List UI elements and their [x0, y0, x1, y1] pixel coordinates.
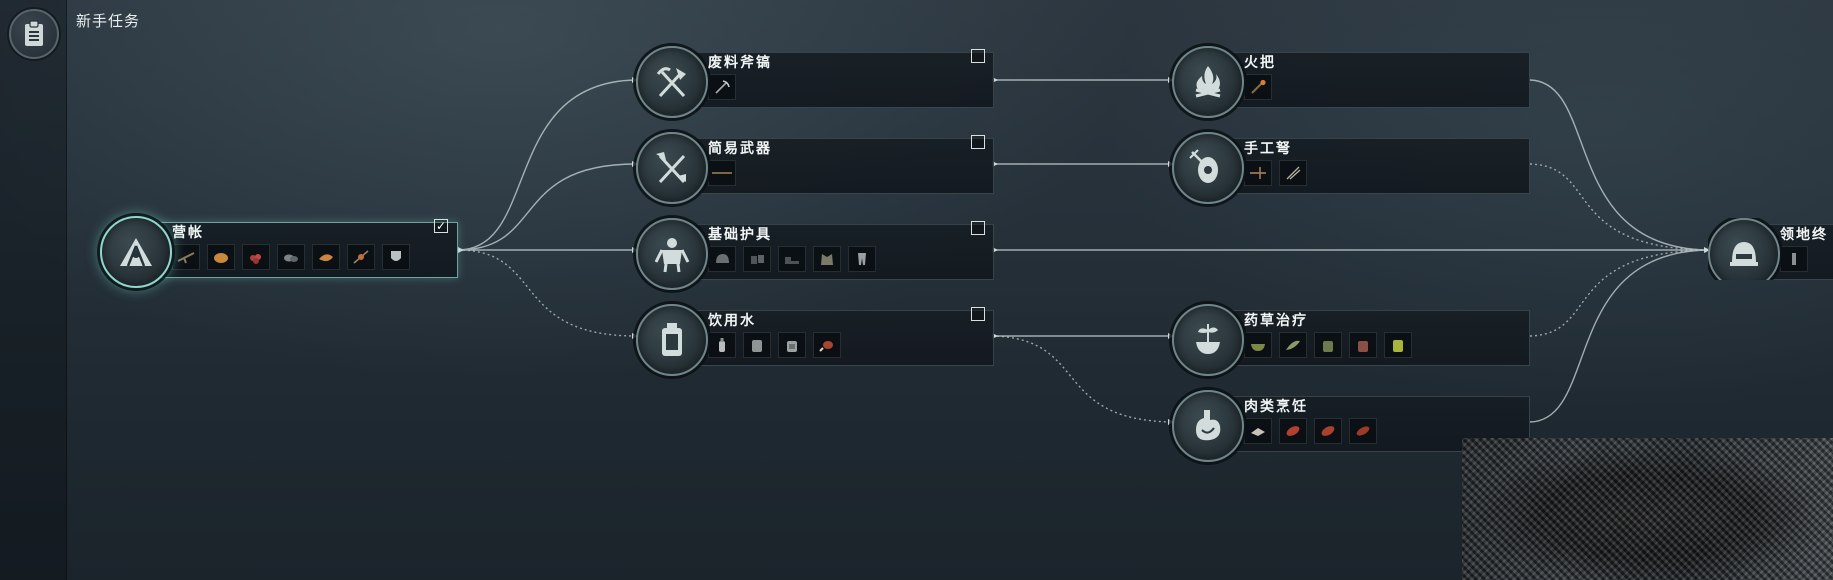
- quest-title: 饮用水: [708, 313, 756, 329]
- quest-node-handmade-crossbow[interactable]: 手工弩: [1172, 132, 1532, 204]
- canteen-item-icon[interactable]: [743, 332, 771, 358]
- quest-title: 领地终: [1780, 227, 1828, 243]
- fillet-item-icon[interactable]: [1314, 418, 1342, 444]
- quest-node-drinking-water[interactable]: 饮用水: [636, 304, 996, 376]
- mortar-item-icon[interactable]: [1244, 332, 1272, 358]
- quest-reward-items: [1244, 160, 1307, 186]
- berries-item-icon[interactable]: [242, 244, 270, 270]
- quest-title: 简易武器: [708, 141, 772, 157]
- pouch-item-icon[interactable]: [1349, 332, 1377, 358]
- link-herbal-to-territory: [1529, 249, 1709, 337]
- shield-item-icon[interactable]: [382, 244, 410, 270]
- vest-item-icon[interactable]: [813, 246, 841, 272]
- gloves-item-icon[interactable]: [743, 246, 771, 272]
- camp-tent-icon: [100, 216, 172, 288]
- link-meat-to-territory: [1529, 249, 1709, 423]
- quest-complete-checkbox[interactable]: [971, 221, 985, 235]
- meat-leg-item-icon[interactable]: [813, 332, 841, 358]
- herb-item-icon[interactable]: [1279, 332, 1307, 358]
- steak-item-icon[interactable]: [1279, 418, 1307, 444]
- jerky-item-icon[interactable]: [1349, 418, 1377, 444]
- quest-node-simple-weapon[interactable]: 简易武器: [636, 132, 996, 204]
- quest-reward-items: [1244, 418, 1377, 444]
- static-noise-overlay: [1462, 438, 1833, 580]
- quest-reward-items: [708, 160, 736, 186]
- meat-item-icon[interactable]: [312, 244, 340, 270]
- quest-node-territory[interactable]: 领地终: [1708, 218, 1833, 280]
- quest-title: 火把: [1244, 55, 1276, 71]
- quest-reward-items: [1780, 246, 1808, 272]
- bolts-item-icon[interactable]: [1279, 160, 1307, 186]
- pickaxe-item-icon[interactable]: [708, 74, 736, 100]
- quest-reward-items: [1244, 332, 1412, 358]
- raw-meat-item-icon[interactable]: [1244, 418, 1272, 444]
- herb-mortar-icon: [1172, 304, 1244, 376]
- quest-title: 药草治疗: [1244, 313, 1308, 329]
- torch-item-icon[interactable]: [1244, 74, 1272, 100]
- link-torch-to-territory: [1529, 79, 1709, 251]
- quest-node-basic-armor[interactable]: 基础护具: [636, 218, 996, 290]
- campfire-icon: [1172, 46, 1244, 118]
- armored-figure-icon: [636, 218, 708, 290]
- boots-item-icon[interactable]: [778, 246, 806, 272]
- quest-complete-checkbox[interactable]: [971, 135, 985, 149]
- crossbow-target-icon: [1172, 132, 1244, 204]
- tonic-item-icon[interactable]: [1384, 332, 1412, 358]
- stone-item-icon[interactable]: [277, 244, 305, 270]
- quest-complete-checkbox[interactable]: [971, 49, 985, 63]
- quest-reward-items: [708, 74, 736, 100]
- quest-reward-items: [172, 244, 410, 270]
- jar-item-icon[interactable]: [1314, 332, 1342, 358]
- link-camp-to-drinking-water: [457, 249, 637, 337]
- quest-node-herbal-treatment[interactable]: 药草治疗: [1172, 304, 1532, 376]
- helmet-item-icon[interactable]: [708, 246, 736, 272]
- jug-item-icon[interactable]: [778, 332, 806, 358]
- quest-node-scrap-axe[interactable]: 废料斧镐: [636, 46, 996, 118]
- totem-item-icon[interactable]: [1780, 246, 1808, 272]
- quest-reward-items: [708, 332, 841, 358]
- bottle-item-icon[interactable]: [708, 332, 736, 358]
- quest-reward-items: [708, 246, 876, 272]
- skewer-item-icon[interactable]: [347, 244, 375, 270]
- quest-complete-checkbox[interactable]: ✓: [434, 219, 448, 233]
- bread-item-icon[interactable]: [207, 244, 235, 270]
- crossed-weapons-icon: [636, 132, 708, 204]
- stomach-icon: [1172, 390, 1244, 462]
- quest-reward-items: [1244, 74, 1272, 100]
- leggings-item-icon[interactable]: [848, 246, 876, 272]
- link-crossbow-to-territory: [1529, 163, 1709, 251]
- quest-node-camp[interactable]: 营帐 ✓: [100, 216, 460, 288]
- crossbow-item-icon[interactable]: [1244, 160, 1272, 186]
- axe-pickaxe-icon: [636, 46, 708, 118]
- quest-title: 废料斧镐: [708, 55, 772, 71]
- quest-tree-screen: { "app": { "title": "新手任务", "quest_log_i…: [0, 0, 1833, 580]
- link-drinking-water-to-meat: [991, 335, 1173, 423]
- helmet-icon: [1708, 218, 1780, 280]
- check-icon: ✓: [435, 219, 447, 233]
- quest-title: 肉类烹饪: [1244, 399, 1308, 415]
- link-camp-to-simple-weapon: [457, 163, 637, 251]
- quest-title: 手工弩: [1244, 141, 1292, 157]
- branch-item-icon[interactable]: [172, 244, 200, 270]
- water-canister-icon: [636, 304, 708, 376]
- quest-title: 营帐: [172, 225, 204, 241]
- quest-node-torch[interactable]: 火把: [1172, 46, 1532, 118]
- spear-item-icon[interactable]: [708, 160, 736, 186]
- quest-title: 基础护具: [708, 227, 772, 243]
- quest-complete-checkbox[interactable]: [971, 307, 985, 321]
